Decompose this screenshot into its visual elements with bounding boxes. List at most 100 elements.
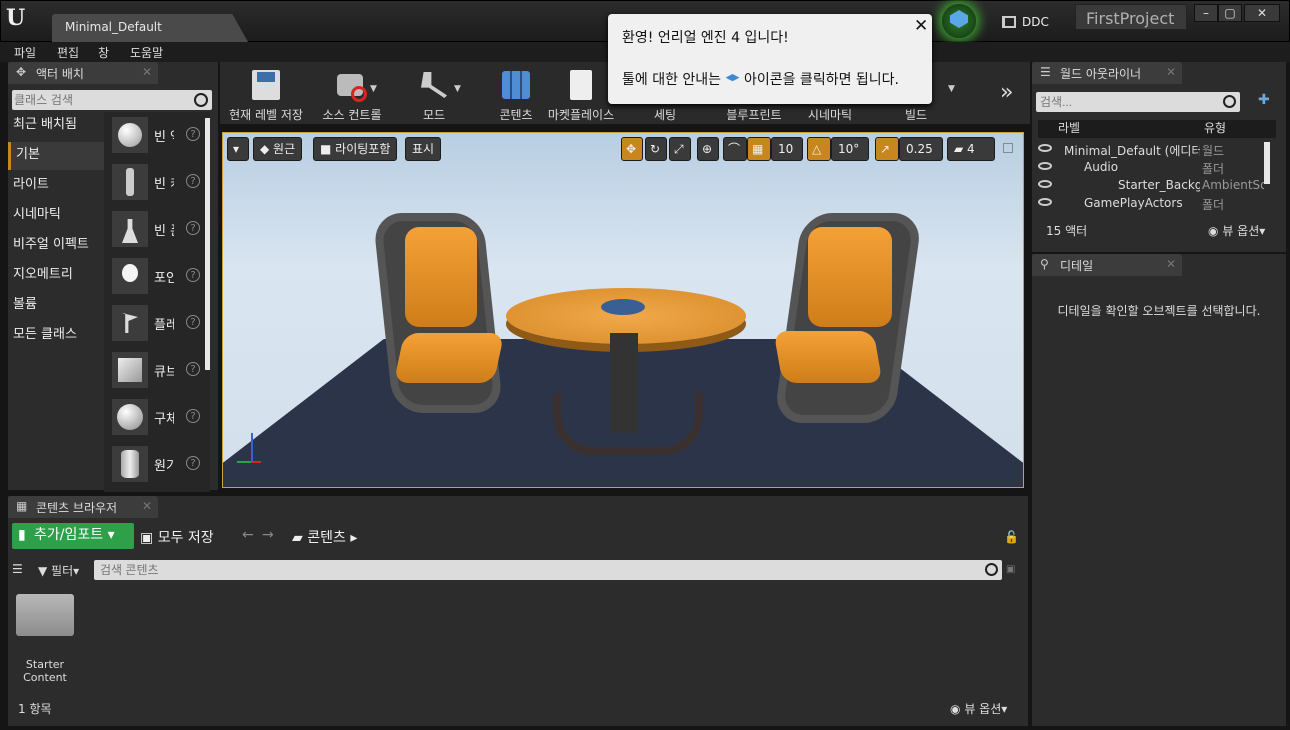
- place-item-sphere[interactable]: 구체?: [112, 396, 204, 438]
- close-icon[interactable]: ✕: [914, 16, 930, 36]
- class-search-input[interactable]: [14, 92, 190, 108]
- place-item-empty-character[interactable]: 빈 캐릭터?: [112, 161, 204, 203]
- maximize-viewport-icon[interactable]: [1003, 143, 1013, 153]
- place-list-scrollbar[interactable]: [205, 118, 210, 370]
- category-recent[interactable]: 최근 배치됨: [8, 112, 104, 140]
- place-item-empty-actor[interactable]: 빈 액터?: [112, 114, 204, 156]
- menu-edit[interactable]: 편집: [57, 44, 79, 61]
- sources-panel-icon[interactable]: ☰: [12, 562, 23, 576]
- close-button[interactable]: ✕: [1244, 4, 1280, 22]
- scale-snap-value[interactable]: 0.25: [899, 137, 943, 161]
- place-item-empty-pawn[interactable]: 빈 폰?: [112, 208, 204, 250]
- place-item-cylinder[interactable]: 원기둥?: [112, 443, 204, 485]
- close-tab-icon[interactable]: ✕: [142, 65, 152, 79]
- filter-button[interactable]: ▼ 필터▾: [38, 562, 79, 579]
- tutorial-hat-icon[interactable]: [942, 4, 976, 38]
- help-icon: ?: [186, 315, 200, 329]
- category-volumes[interactable]: 볼륨: [8, 292, 104, 320]
- save-all-button[interactable]: ▣ 모두 저장: [140, 527, 214, 547]
- outliner-view-options[interactable]: ◉ 뷰 옵션▾: [1208, 222, 1265, 239]
- outliner-search-field[interactable]: [1036, 92, 1240, 112]
- eye-icon: [1038, 198, 1052, 206]
- ddc-button[interactable]: DDC: [1000, 14, 1064, 32]
- tab-content-browser[interactable]: ▦ 콘텐츠 브라우저 ✕: [8, 496, 158, 518]
- axis-gizmo: [231, 433, 271, 473]
- place-item-point-light[interactable]: 포인트 라이트?: [112, 255, 204, 297]
- help-icon: ?: [186, 127, 200, 141]
- close-tab-icon[interactable]: ✕: [142, 499, 152, 513]
- rotation-snap-icon[interactable]: △: [807, 137, 831, 161]
- add-import-button[interactable]: ▮ 추가/임포트 ▾: [12, 523, 134, 549]
- menu-window[interactable]: 창: [98, 44, 109, 61]
- tab-details[interactable]: ⚲ 디테일 ✕: [1032, 254, 1182, 276]
- outliner-row[interactable]: Starter_BackgroundAmbientSound: [1032, 176, 1268, 194]
- column-type[interactable]: 유형: [1198, 120, 1276, 138]
- back-arrow-icon[interactable]: ←: [242, 527, 254, 543]
- camera-speed-button[interactable]: ▰ 4: [947, 137, 995, 161]
- modes-dropdown-icon[interactable]: ▼: [454, 84, 461, 94]
- add-folder-icon[interactable]: ✚: [1258, 92, 1270, 108]
- project-name: FirstProject: [1075, 4, 1187, 30]
- category-lights[interactable]: 라이트: [8, 172, 104, 200]
- close-tab-icon[interactable]: ✕: [1166, 65, 1176, 79]
- content-icon: ▦: [16, 499, 28, 513]
- place-item-player-start[interactable]: 플레이어 스타트?: [112, 302, 204, 344]
- close-tab-icon[interactable]: ✕: [1166, 257, 1176, 271]
- perspective-button[interactable]: ◆ 원근: [253, 137, 303, 161]
- content-search-input[interactable]: [100, 562, 960, 578]
- folder-label: Starter Content: [23, 658, 67, 684]
- save-search-icon[interactable]: ▣: [1006, 564, 1015, 575]
- save-level-button[interactable]: 현재 레벨 저장: [226, 62, 306, 124]
- show-button[interactable]: 표시: [405, 137, 442, 161]
- tab-place-actors[interactable]: ✥ 액터 배치 ✕: [8, 62, 158, 84]
- grid-snap-icon[interactable]: ▦: [747, 137, 771, 161]
- category-all-classes[interactable]: 모든 클래스: [8, 322, 104, 350]
- source-control-dropdown-icon[interactable]: ▼: [370, 84, 377, 94]
- level-tab[interactable]: Minimal_Default: [52, 14, 248, 42]
- toolbar-overflow-icon[interactable]: »: [1000, 80, 1013, 105]
- outliner-row[interactable]: Minimal_Default (에디터) 월드: [1032, 140, 1268, 158]
- item-count: 1 항목: [18, 702, 52, 716]
- lighting-mode-button[interactable]: ■ 라이팅포함: [313, 137, 398, 161]
- source-control-button[interactable]: 소스 컨트롤: [310, 62, 394, 124]
- lock-icon[interactable]: 🔓: [1004, 530, 1019, 544]
- content-button[interactable]: 콘텐츠: [486, 62, 546, 124]
- help-icon: ?: [186, 221, 200, 235]
- content-search-field[interactable]: [94, 560, 1002, 580]
- category-cinematic[interactable]: 시네마틱: [8, 202, 104, 230]
- unreal-logo-icon[interactable]: U: [6, 6, 30, 30]
- save-icon: ▣: [140, 530, 154, 546]
- tab-world-outliner[interactable]: ☰ 월드 아웃라이너 ✕: [1032, 62, 1182, 84]
- folder-icon[interactable]: [16, 594, 74, 636]
- viewport-options-button[interactable]: ▾: [227, 137, 249, 161]
- marketplace-button[interactable]: 마켓플레이스: [544, 62, 618, 124]
- rotate-icon[interactable]: ↻: [645, 137, 667, 161]
- rotation-snap-value[interactable]: 10°: [831, 137, 869, 161]
- column-label[interactable]: 라벨: [1038, 120, 1198, 138]
- category-basic[interactable]: 기본: [8, 142, 104, 170]
- scale-snap-icon[interactable]: ↗: [875, 137, 899, 161]
- surface-snap-icon[interactable]: ⌒: [723, 137, 747, 161]
- category-visual-effects[interactable]: 비주얼 이펙트: [8, 232, 104, 260]
- outliner-scrollbar[interactable]: [1264, 142, 1270, 184]
- menu-file[interactable]: 파일: [14, 44, 36, 61]
- content-view-options[interactable]: ◉ 뷰 옵션▾: [950, 700, 1007, 717]
- level-viewport[interactable]: ▾ ◆ 원근 ■ 라이팅포함 표시 ✥ ↻ ⤢ ⊕ ⌒ ▦ 10 △ 10° ↗…: [222, 132, 1024, 488]
- minimize-button[interactable]: –: [1194, 4, 1218, 22]
- grid-snap-value[interactable]: 10: [771, 137, 803, 161]
- empty-character-icon: [112, 164, 148, 200]
- menu-help[interactable]: 도움말: [130, 44, 163, 61]
- place-item-cube[interactable]: 큐브?: [112, 349, 204, 391]
- maximize-button[interactable]: ▢: [1218, 4, 1242, 22]
- class-search-field[interactable]: [12, 90, 212, 110]
- translate-icon[interactable]: ✥: [621, 137, 643, 161]
- content-path[interactable]: ▰ 콘텐츠 ▸: [292, 527, 357, 547]
- outliner-search-input[interactable]: [1040, 94, 1220, 110]
- outliner-row[interactable]: Audio 폴더: [1032, 158, 1268, 176]
- outliner-row[interactable]: GamePlayActors 폴더: [1032, 194, 1268, 212]
- category-geometry[interactable]: 지오메트리: [8, 262, 104, 290]
- scale-icon[interactable]: ⤢: [669, 137, 691, 161]
- build-dropdown-icon[interactable]: ▼: [948, 84, 955, 94]
- forward-arrow-icon[interactable]: →: [262, 527, 274, 543]
- world-space-icon[interactable]: ⊕: [697, 137, 719, 161]
